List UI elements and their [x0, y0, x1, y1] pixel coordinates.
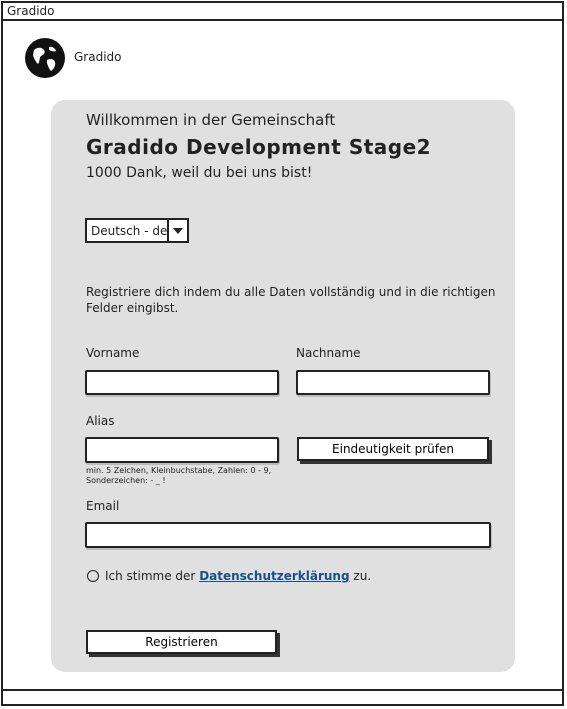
privacy-policy-link[interactable]: Datenschutzerklärung: [199, 569, 349, 583]
alias-label: Alias: [86, 414, 115, 428]
language-select-value: Deutsch - de: [91, 224, 168, 238]
alias-hint: min. 5 Zeichen, Kleinbuchstabe, Zahlen: …: [86, 466, 272, 485]
email-label: Email: [86, 499, 120, 513]
firstname-label: Vorname: [86, 346, 140, 360]
window-title: Gradido: [7, 4, 55, 18]
lastname-field[interactable]: [296, 370, 490, 395]
page-title: Gradido Development Stage2: [86, 135, 432, 159]
chevron-down-icon[interactable]: [167, 220, 187, 241]
welcome-text: Willkommen in der Gemeinschaft: [86, 111, 336, 129]
consent-text: Ich stimme der Datenschutzerklärung zu.: [105, 569, 371, 583]
consent-prefix: Ich stimme der: [105, 569, 196, 583]
lastname-label: Nachname: [296, 346, 361, 360]
window-footer: [3, 689, 562, 709]
alias-field[interactable]: [85, 437, 279, 463]
consent-radio[interactable]: [87, 570, 99, 582]
check-uniqueness-button[interactable]: Eindeutigkeit prüfen: [297, 437, 489, 461]
globe-icon: [25, 38, 65, 78]
firstname-field[interactable]: [85, 370, 279, 395]
intro-text: Registriere dich indem du alle Daten vol…: [86, 285, 496, 315]
register-button[interactable]: Registrieren: [86, 630, 277, 654]
email-field[interactable]: [85, 522, 491, 548]
window-titlebar: Gradido: [3, 3, 562, 21]
brand-name: Gradido: [74, 50, 122, 64]
language-select[interactable]: Deutsch - de: [85, 218, 189, 243]
consent-suffix: zu.: [353, 569, 372, 583]
registration-card: Willkommen in der Gemeinschaft Gradido D…: [51, 100, 515, 672]
subheading: 1000 Dank, weil du bei uns bist!: [86, 165, 313, 181]
